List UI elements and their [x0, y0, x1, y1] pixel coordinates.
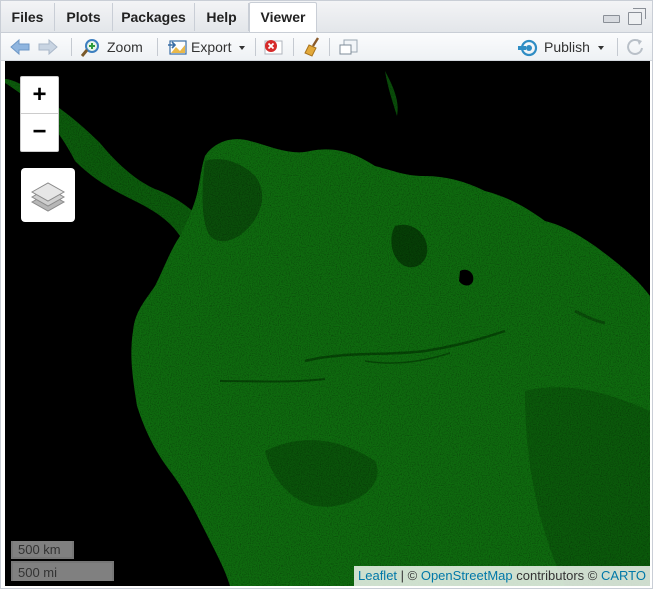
window-controls	[602, 8, 646, 28]
remove-viewer-icon[interactable]	[263, 37, 285, 59]
tab-plots[interactable]: Plots	[55, 3, 113, 31]
layers-icon	[30, 182, 66, 212]
tab-packages[interactable]: Packages	[113, 3, 195, 31]
toolbar-separator	[71, 38, 72, 56]
zoom-magnifier-icon	[80, 39, 99, 58]
viewer-pane: Files Plots Packages Help Viewer Zoom Ex…	[0, 0, 653, 589]
toolbar-separator	[617, 38, 618, 56]
refresh-icon[interactable]	[625, 37, 645, 59]
export-label: Export	[191, 39, 232, 55]
chevron-down-icon	[597, 46, 604, 51]
leaflet-map[interactable]: + − 500 km 500 mi Leaflet | © OpenStreet…	[5, 61, 650, 586]
tab-viewer[interactable]: Viewer	[249, 2, 317, 32]
toolbar-separator	[255, 38, 256, 56]
export-dropdown[interactable]: Export	[167, 36, 246, 58]
export-image-icon	[168, 40, 187, 55]
tab-help[interactable]: Help	[195, 3, 249, 31]
minimize-pane-icon[interactable]	[602, 14, 620, 23]
forest-cover-raster	[5, 61, 650, 586]
scale-bar-mi: 500 mi	[11, 561, 114, 581]
carto-link[interactable]: CARTO	[601, 568, 646, 583]
scale-bar-km: 500 km	[11, 541, 74, 559]
viewer-toolbar: Zoom Export Publish	[1, 33, 652, 61]
attribution-separator: | ©	[397, 568, 421, 583]
publish-dropdown[interactable]: Publish	[518, 36, 604, 58]
tab-files[interactable]: Files	[1, 3, 55, 31]
chevron-down-icon	[239, 46, 246, 51]
zoom-button[interactable]: Zoom	[80, 36, 143, 58]
toolbar-separator	[157, 38, 158, 56]
publish-icon	[518, 40, 538, 57]
openstreetmap-link[interactable]: OpenStreetMap	[421, 568, 513, 583]
attribution-contributors: contributors ©	[512, 568, 601, 583]
zoom-label: Zoom	[107, 39, 143, 55]
zoom-in-button[interactable]: +	[21, 77, 58, 114]
pane-tab-bar: Files Plots Packages Help Viewer	[1, 1, 652, 33]
map-attribution: Leaflet | © OpenStreetMap contributors ©…	[354, 566, 650, 586]
back-arrow-icon[interactable]	[9, 38, 31, 60]
zoom-control: + −	[20, 76, 59, 152]
clear-all-broom-icon[interactable]	[303, 36, 325, 58]
layers-control-button[interactable]	[21, 168, 75, 222]
forward-arrow-icon[interactable]	[37, 38, 59, 60]
toolbar-separator	[293, 38, 294, 56]
zoom-out-button[interactable]: −	[21, 114, 58, 151]
maximize-pane-icon[interactable]	[628, 8, 646, 26]
show-in-window-icon[interactable]	[338, 37, 360, 59]
publish-label: Publish	[544, 39, 590, 55]
leaflet-link[interactable]: Leaflet	[358, 568, 397, 583]
toolbar-separator	[329, 38, 330, 56]
